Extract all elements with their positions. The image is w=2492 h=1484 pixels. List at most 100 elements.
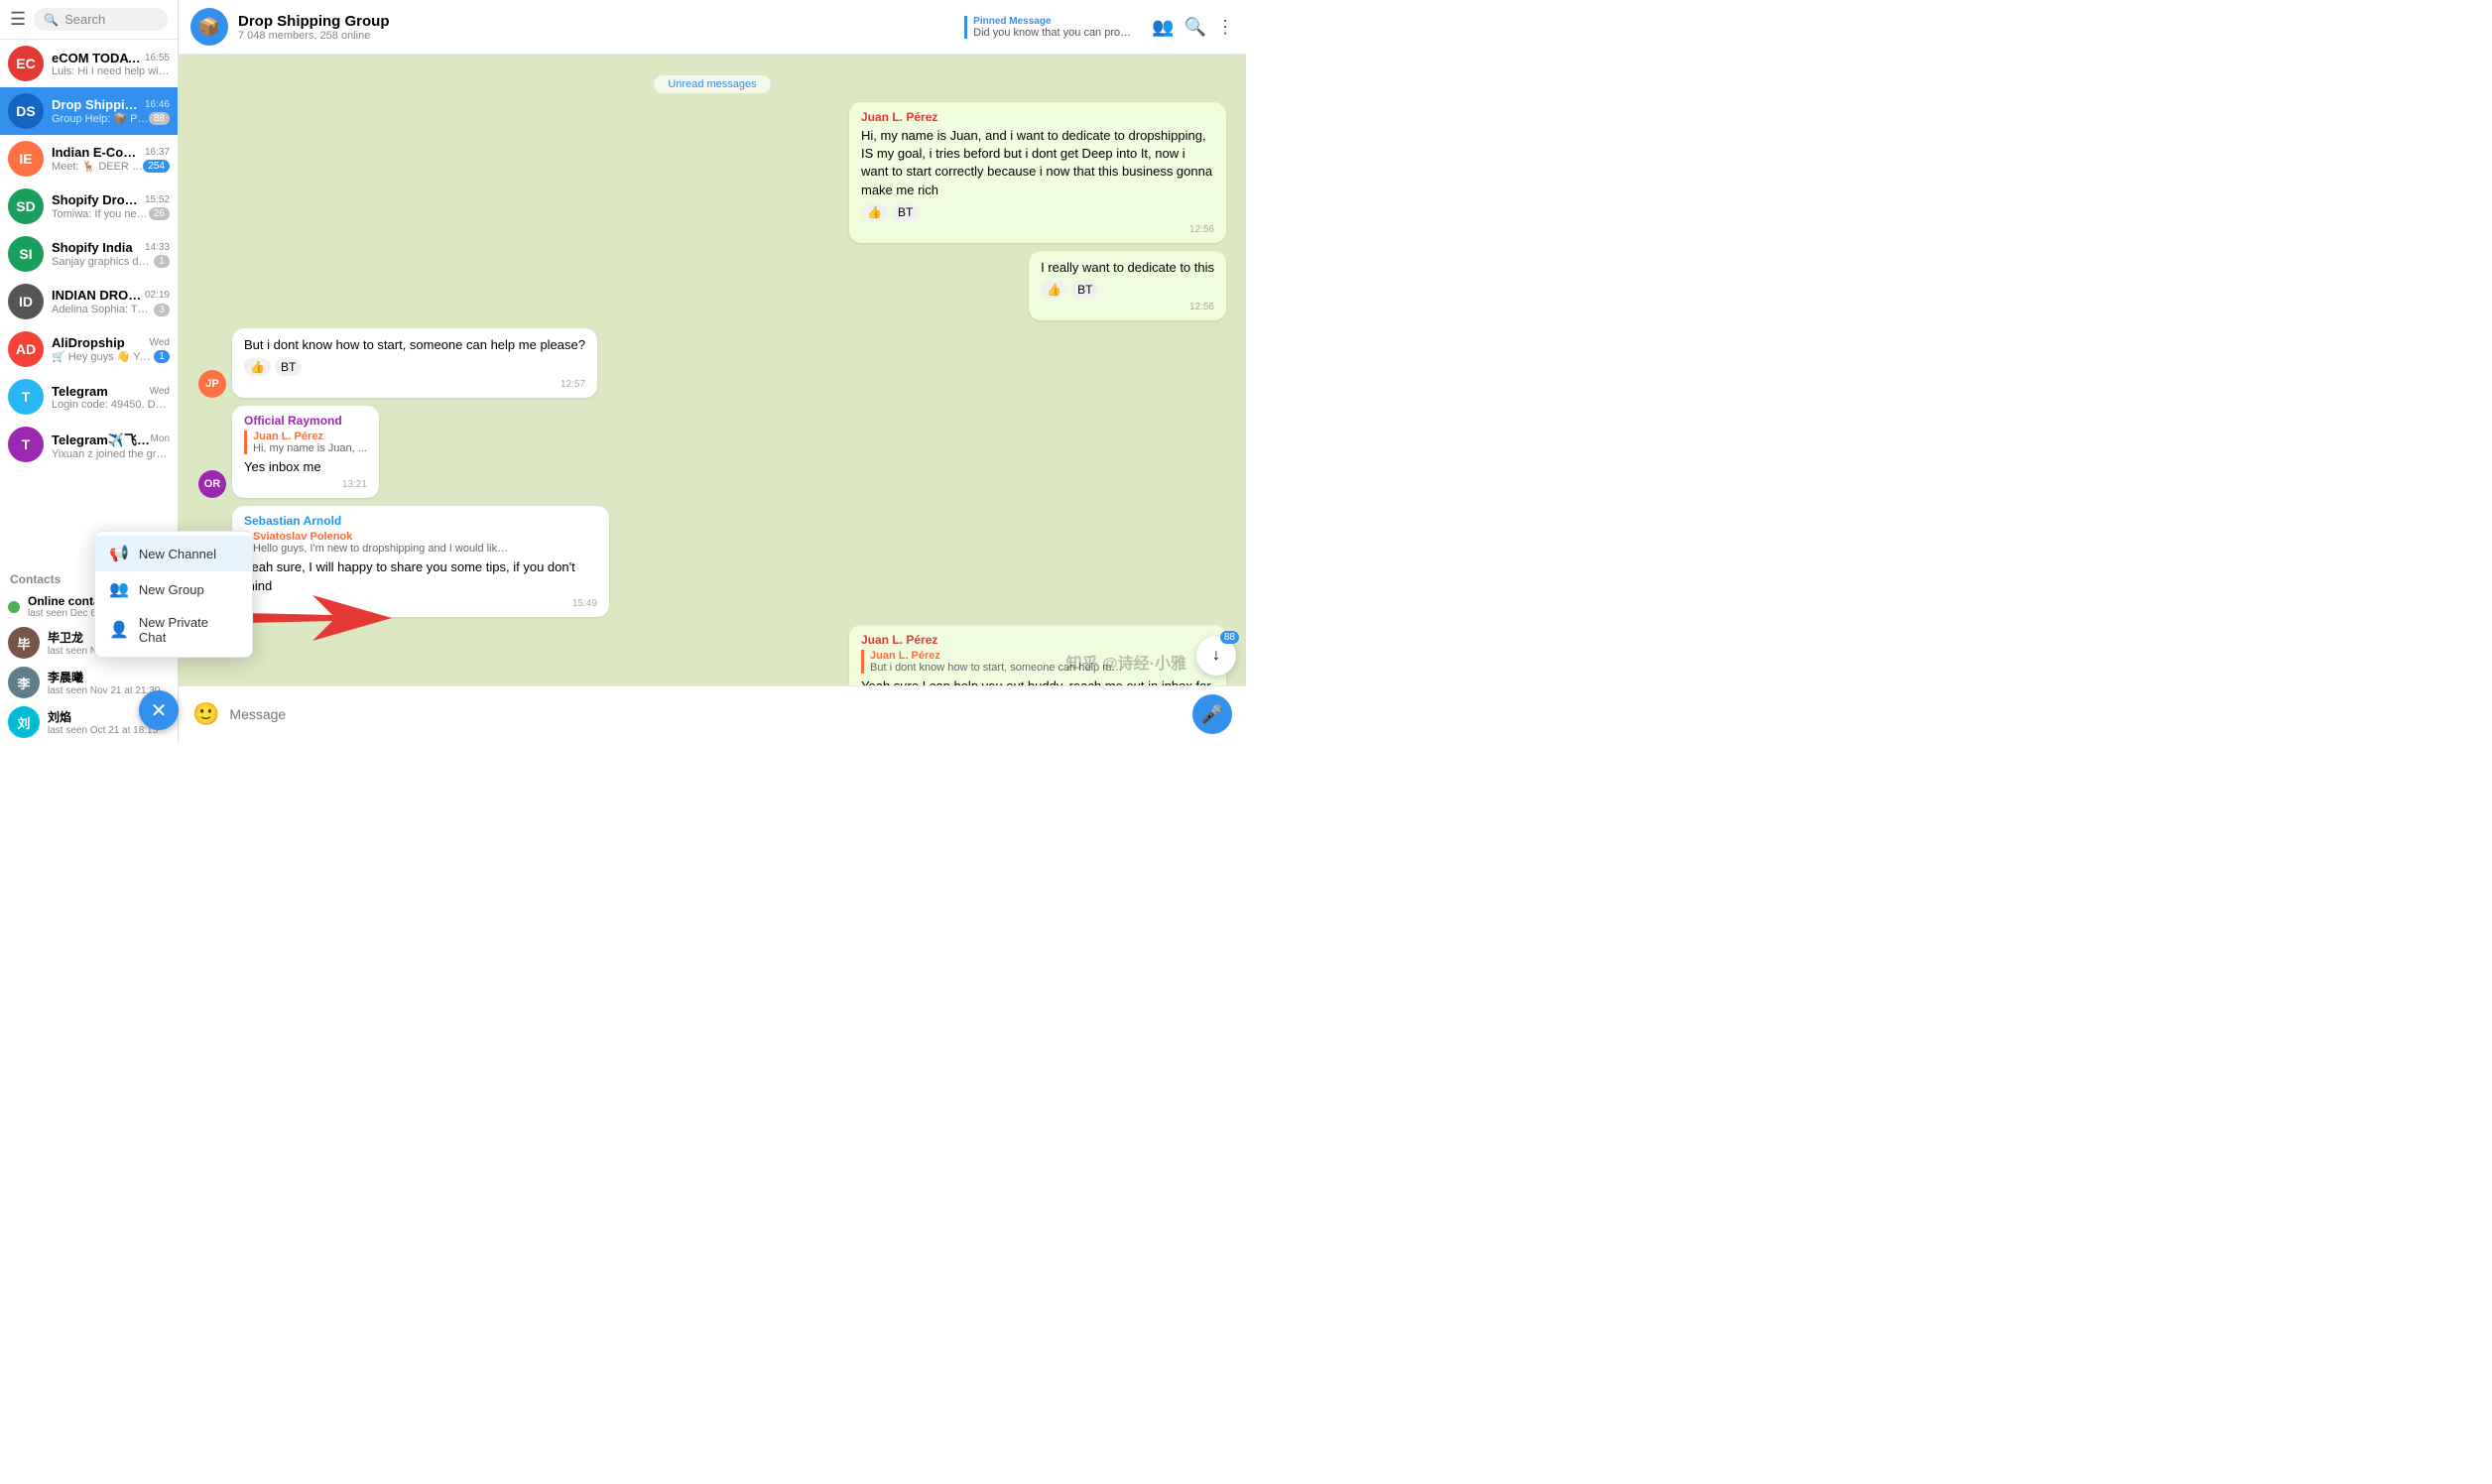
emoji-button[interactable]: 🙂 [192,701,219,727]
message-text: Yeah sure I can help you out buddy, reac… [861,678,1214,685]
chat-avatar: T [8,427,44,462]
chat-avatar: AD [8,331,44,367]
chat-item-indian-ecom[interactable]: IEIndian E-Commerce Wholsaler B2...16:37… [0,135,178,183]
reply-text: Hi, my name is Juan, ... [253,442,367,454]
search-label: Search [64,12,105,27]
menu-icon[interactable]: ☰ [10,9,26,30]
reaction: BT [892,203,919,221]
chat-name: Indian E-Commerce Wholsaler B2... [52,145,145,160]
watermark: 知乎 @诗经·小雅 [1066,650,1186,674]
chat-content: Telegram✈️飞机群发/群组拉人/群...MonYixuan z join… [52,430,170,460]
chat-content: eCOM TODAY Ecommerce | ENG C...16:55Luis… [52,51,170,77]
chat-list: ECeCOM TODAY Ecommerce | ENG C...16:55Lu… [0,40,178,564]
new-channel-label: New Channel [139,547,216,561]
chat-item-telegram[interactable]: T TelegramWedLogin code: 49450. Do not gi… [0,373,178,421]
chat-avatar: T [8,379,44,415]
contact-avatar [8,601,20,613]
chat-item-telegram-group[interactable]: T Telegram✈️飞机群发/群组拉人/群...MonYixuan z joi… [0,421,178,468]
reaction: BT [275,358,302,376]
message-row: JPBut i dont know how to start, someone … [198,328,1226,398]
message-text: But i dont know how to start, someone ca… [244,336,585,354]
chat-name: eCOM TODAY Ecommerce | ENG C... [52,51,145,65]
reaction: BT [1071,281,1098,299]
chat-preview: Sanjay graphics designer full time freel… [52,256,154,268]
reply-author: Juan L. Pérez [253,431,367,442]
chat-badge: 26 [149,207,170,220]
chat-badge: 1 [154,255,170,268]
chat-avatar: IE [8,141,44,177]
message-time: 12:56 [861,224,1214,235]
message-input[interactable] [229,706,1183,722]
new-private-chat-icon: 👤 [109,620,129,640]
pinned-label: Pinned Message [973,16,1132,27]
reaction: 👍 [861,203,888,221]
reaction: 👍 [1041,281,1067,299]
new-chat-fab[interactable]: ✕ [139,690,179,730]
chat-avatar: ID [8,284,44,319]
chat-item-shopify-dropship[interactable]: SD Shopify Dropshipping Knowledge ...15:5… [0,183,178,230]
arrow-indicator [243,593,392,648]
menu-item-new-private-chat[interactable]: 👤New Private Chat [95,607,252,653]
sender-name: Official Raymond [244,414,367,428]
group-members: 7 048 members, 258 online [238,30,954,42]
search-chat-icon[interactable]: 🔍 [1184,17,1206,38]
chat-content: Drop Shipping Group16:46Group Help: 📦 Pl… [52,97,170,125]
new-group-icon: 👥 [109,579,129,599]
top-actions: 👥 🔍 ⋮ [1152,17,1234,38]
unread-scroll-badge: 88 [1220,631,1239,644]
contact-avatar: 李 [8,667,40,698]
message-text: I really want to dedicate to this [1041,259,1214,277]
unread-divider: Unread messages [198,74,1226,92]
message-time: 12:57 [244,379,585,390]
message-time: 13:21 [244,479,367,490]
group-name: Drop Shipping Group [238,13,954,30]
chat-preview: 🛒 Hey guys 👋 You can book a free m... [52,350,154,363]
message-bubble: Juan L. PérezHi, my name is Juan, and i … [849,102,1226,243]
chat-input-bar: 🙂 🎤 [179,685,1246,742]
chat-item-shopify-india[interactable]: SIShopify India14:33Sanjay graphics desi… [0,230,178,278]
chat-item-indian-dropship[interactable]: IDINDIAN DROPSHIPPING🚀💰02:19Adelina Soph… [0,278,178,325]
chat-time: Wed [150,386,170,397]
menu-item-new-channel[interactable]: 📢New Channel [95,536,252,571]
chat-content: Shopify Dropshipping Knowledge ...15:52T… [52,192,170,220]
pinned-message[interactable]: Pinned Message Did you know that you can… [964,16,1132,39]
chat-content: Shopify India14:33Sanjay graphics design… [52,240,170,268]
chat-item-ecom-today[interactable]: ECeCOM TODAY Ecommerce | ENG C...16:55Lu… [0,40,178,87]
new-group-label: New Group [139,582,204,597]
chat-time: 16:46 [145,99,170,110]
chat-name: Drop Shipping Group [52,97,145,112]
search-icon: 🔍 [44,13,59,27]
reply-author: Sviatoslav Polenok [253,531,597,543]
chat-name: Telegram✈️飞机群发/群组拉人/群... [52,430,151,448]
chat-preview: Tomiwa: If you need any recommenda... [52,208,149,220]
context-menu: 📢New Channel 👥 New Group 👤New Private Chat [94,531,253,658]
message-row: OROfficial RaymondJuan L. PérezHi, my na… [198,406,1226,498]
message-text: Hi, my name is Juan, and i want to dedic… [861,127,1214,199]
message-time: 12:56 [1041,302,1214,312]
chat-item-alidropship[interactable]: AD AliDropshipWed🛒 Hey guys 👋 You can boo… [0,325,178,373]
search-box[interactable]: 🔍 Search [34,8,168,31]
chat-time: 16:55 [145,53,170,63]
mic-button[interactable]: 🎤 [1192,694,1232,734]
group-info: Drop Shipping Group 7 048 members, 258 o… [238,13,954,42]
sidebar-header: ☰ 🔍 Search [0,0,178,40]
pinned-preview: Did you know that you can promote ... [973,27,1132,39]
message-text: Yeah sure, I will happy to share you som… [244,558,597,594]
chat-avatar: SD [8,188,44,224]
chat-content: AliDropshipWed🛒 Hey guys 👋 You can book … [52,335,170,363]
chat-content: TelegramWedLogin code: 49450. Do not giv… [52,384,170,411]
chat-time: 02:19 [145,290,170,301]
chat-name: INDIAN DROPSHIPPING🚀💰 [52,288,145,304]
chat-topbar: 📦 Drop Shipping Group 7 048 members, 258… [179,0,1246,55]
menu-item-new-group[interactable]: 👥 New Group [95,571,252,607]
scroll-down-btn[interactable]: ↓ 88 [1196,636,1236,676]
chat-item-drop-shipping[interactable]: DSDrop Shipping Group16:46Group Help: 📦 … [0,87,178,135]
contact-status: last seen Nov 21 at 21:30 [48,685,160,696]
members-icon[interactable]: 👥 [1152,17,1174,38]
chat-time: Wed [150,337,170,348]
reply-text: Hello guys, I'm new to dropshipping and … [253,543,511,555]
chat-name: Shopify Dropshipping Knowledge ... [52,192,145,207]
chat-badge: 254 [143,160,170,173]
more-options-icon[interactable]: ⋮ [1216,17,1234,38]
chat-badge: 1 [154,350,170,363]
